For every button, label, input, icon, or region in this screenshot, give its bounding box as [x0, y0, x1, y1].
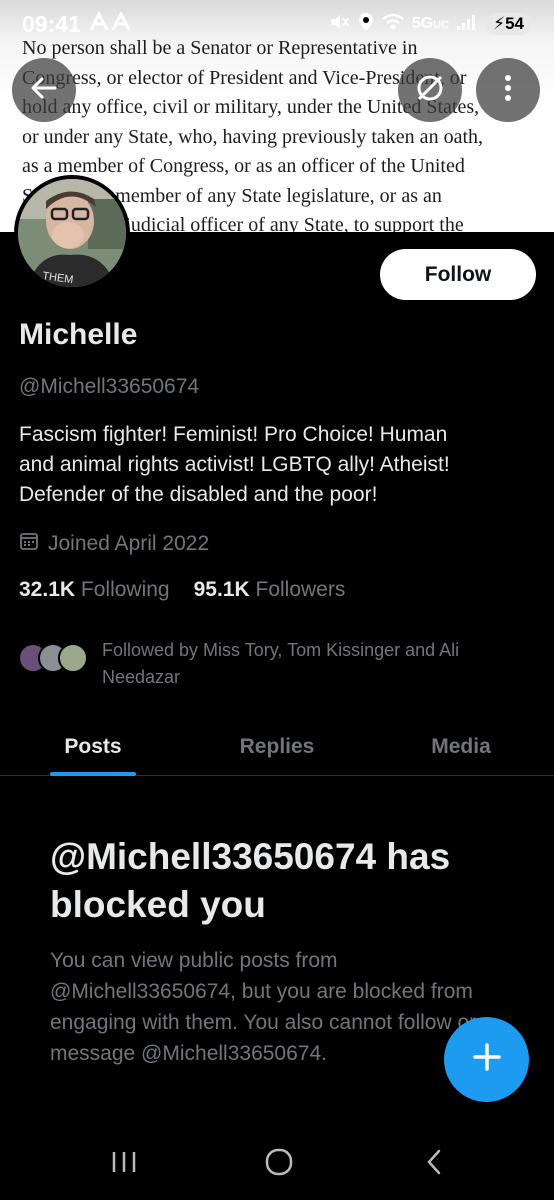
followed-by-text: Followed by Miss Tory, Tom Kissinger and… [102, 640, 460, 687]
followers-count: 95.1K [193, 578, 250, 601]
joined-date: Joined April 2022 [19, 531, 209, 557]
system-navigation-bar [0, 1128, 554, 1200]
following-link[interactable]: 32.1K Following [19, 578, 170, 602]
location-icon [358, 12, 374, 37]
notification-icon [89, 10, 133, 38]
recents-icon [110, 1149, 138, 1180]
chevron-left-icon [424, 1148, 444, 1181]
blocked-description: You can view public posts from @Michell3… [50, 949, 477, 1065]
back-button[interactable] [12, 58, 76, 122]
banner-line: as a member of Congress, or as an office… [22, 155, 465, 177]
calendar-icon [19, 531, 39, 557]
follower-avatar [58, 643, 88, 673]
system-back-button[interactable] [410, 1142, 458, 1186]
compose-button[interactable] [444, 1017, 529, 1102]
followed-by[interactable]: Followed by Miss Tory, Tom Kissinger and… [18, 637, 522, 691]
tab-label: Media [431, 735, 491, 758]
wifi-icon [382, 13, 404, 36]
follow-button[interactable]: Follow [380, 249, 536, 300]
tab-replies[interactable]: Replies [186, 718, 368, 776]
tab-media[interactable]: Media [368, 718, 554, 776]
followers-label: Followers [255, 578, 346, 601]
active-tab-indicator [50, 772, 136, 776]
followers-link[interactable]: 95.1K Followers [194, 578, 346, 602]
tab-label: Replies [239, 735, 315, 758]
tab-label: Posts [64, 735, 122, 758]
avatar[interactable]: THEM [14, 175, 130, 291]
home-icon [264, 1147, 294, 1182]
more-vertical-icon [503, 73, 513, 108]
profile-bio: Fascism fighter! Feminist! Pro Choice! H… [19, 423, 450, 506]
following-label: Following [80, 578, 170, 601]
joined-label: Joined April 2022 [48, 532, 210, 555]
blocked-title: @Michell33650674 has blocked you [50, 836, 451, 925]
profile-tabs: Posts Replies Media [0, 718, 554, 776]
battery-indicator: ⚡54 [485, 13, 532, 35]
following-count: 32.1K [19, 578, 76, 601]
mute-icon [328, 12, 350, 37]
follower-avatars [18, 637, 90, 677]
tab-posts[interactable]: Posts [0, 718, 186, 776]
home-button[interactable] [255, 1142, 303, 1186]
more-button[interactable] [476, 58, 540, 122]
grok-icon [414, 72, 446, 109]
plus-icon [472, 1042, 502, 1077]
arrow-left-icon [29, 73, 59, 108]
profile-handle: @Michell33650674 [19, 375, 200, 398]
follow-stats: 32.1K Following 95.1K Followers [19, 578, 345, 602]
clock: 09:41 [22, 10, 81, 37]
network-type: 5GUC [411, 15, 450, 32]
recent-apps-button[interactable] [100, 1142, 148, 1186]
profile-name: Michelle [19, 318, 138, 351]
grok-button[interactable] [398, 58, 462, 122]
banner-line: or under any State, who, having previous… [22, 125, 483, 148]
status-bar: 09:41 5GUC ⚡54 [0, 0, 554, 48]
signal-icon [457, 14, 477, 35]
